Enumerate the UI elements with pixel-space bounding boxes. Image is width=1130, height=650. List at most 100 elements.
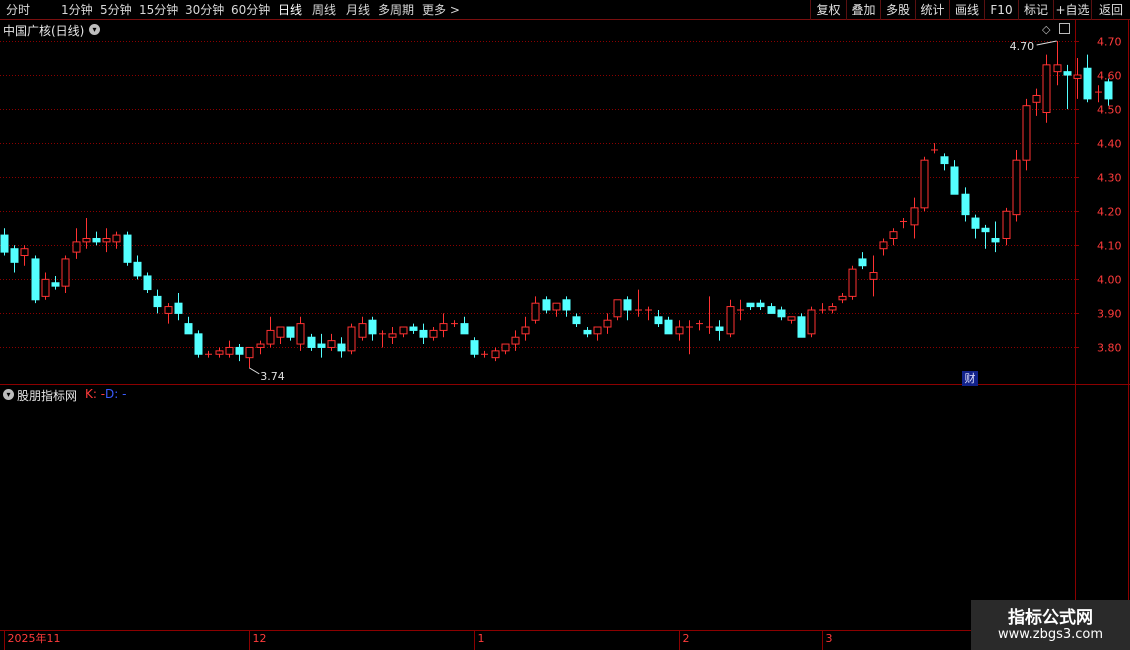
candle (940, 153, 949, 171)
candle-body-up (1032, 94, 1041, 103)
candle-body-up (593, 326, 602, 335)
watermark-title: 指标公式网 (1008, 608, 1093, 628)
diamond-icon[interactable]: ◇ (1042, 23, 1050, 36)
candle-body-up (1042, 64, 1051, 114)
candle (451, 320, 458, 328)
chevron-down-icon[interactable]: ▾ (89, 24, 100, 35)
candle-body-up (531, 302, 540, 321)
x-tick-label: 3 (826, 632, 833, 645)
candle (767, 303, 776, 314)
high-price-label: 4.70 (1010, 40, 1034, 53)
candle (552, 302, 561, 317)
candle-body-down (664, 319, 673, 335)
indicator-title[interactable]: 股朋指标网 (17, 387, 77, 404)
candle-body-up (164, 306, 173, 314)
candle (828, 303, 837, 314)
candle-body-up (787, 316, 796, 321)
candle (531, 296, 540, 324)
candle (931, 143, 938, 154)
candle (991, 221, 1000, 253)
indicator-chevron-down-icon[interactable]: ▾ (3, 389, 14, 400)
candle-body-down (133, 261, 142, 277)
candle-body-up (225, 346, 234, 355)
candle (1002, 207, 1011, 246)
candle (337, 337, 346, 358)
candle-body-up (838, 295, 847, 301)
candle (521, 316, 530, 341)
candle-body-down (715, 326, 724, 331)
kline-chart[interactable]: 4.70 4.60 4.50 4.40 4.30 4.20 4.10 4.00 3.90 3.80… (0, 0, 1130, 650)
candle (819, 303, 826, 314)
candle-body-up (828, 306, 837, 311)
candle-body-up (807, 309, 816, 335)
x-tick-label: 1 (478, 632, 485, 645)
candle (706, 296, 713, 334)
candle (696, 320, 703, 331)
stock-title: 中国广核(日线) (3, 24, 85, 38)
candle (184, 316, 193, 335)
candle-body-down (184, 323, 193, 335)
candle-body-up (1012, 159, 1021, 216)
candle (92, 231, 101, 246)
candle-body-up (910, 207, 919, 226)
candle-body-down (981, 227, 990, 233)
y-tick-label: 4.30 (1097, 172, 1122, 185)
indicator-d-value: D: - (105, 387, 127, 401)
candle-body-up (603, 319, 612, 328)
candle-body-down (307, 336, 316, 348)
financial-report-badge[interactable]: 财 (962, 371, 978, 386)
candle (920, 156, 929, 212)
candle (910, 197, 919, 239)
candle (82, 218, 91, 249)
candle-body-down (572, 316, 581, 325)
candle (327, 333, 336, 351)
candle-body-down (777, 309, 786, 318)
candle-body-down (143, 275, 152, 291)
panel-toggle-icon[interactable] (1059, 23, 1070, 34)
candle-body-down (470, 340, 479, 355)
candle-body-down (174, 302, 183, 314)
candle (307, 333, 316, 351)
candle (675, 320, 684, 341)
candle-body-down (123, 234, 132, 263)
candle (1022, 98, 1031, 171)
candle-body-down (1104, 81, 1113, 100)
candle-body-up (245, 346, 254, 359)
candle-body-up (848, 268, 857, 297)
candle (654, 309, 663, 328)
candle (266, 316, 275, 348)
candle-body-down (654, 316, 663, 325)
candle (686, 320, 693, 355)
candle (1095, 85, 1102, 103)
candle-body-up (429, 329, 438, 338)
price-axis: 4.70 4.60 4.50 4.40 4.30 4.20 4.10 4.00 3.90 3.80 (1075, 36, 1122, 355)
candle-body-up (613, 299, 622, 318)
candle (41, 272, 50, 300)
date-axis: 2025年11 12 1 2 3 (4, 630, 833, 650)
candle-body-up (726, 306, 735, 335)
candle (276, 326, 285, 345)
y-tick-label: 4.40 (1097, 138, 1122, 151)
candle-body-down (961, 193, 970, 216)
candle-body-up (1022, 105, 1031, 161)
candle-body-up (82, 237, 91, 243)
candle-body-down (460, 323, 469, 335)
candle (358, 316, 367, 341)
candle-body-down (1083, 67, 1092, 100)
candle-body-up (41, 278, 50, 297)
candle (664, 316, 673, 335)
candle (0, 228, 9, 256)
candle-body-up (296, 323, 305, 345)
candle (613, 299, 622, 321)
candle (797, 313, 806, 338)
candle (756, 299, 765, 310)
candle (61, 255, 70, 293)
candle (858, 252, 867, 270)
candle (1012, 149, 1021, 222)
candle-body-up (879, 241, 888, 250)
candle-body-down (746, 302, 755, 308)
candle-body-down (153, 295, 162, 308)
candle (777, 306, 786, 321)
candle (194, 330, 203, 358)
y-tick-label: 4.60 (1097, 70, 1122, 83)
